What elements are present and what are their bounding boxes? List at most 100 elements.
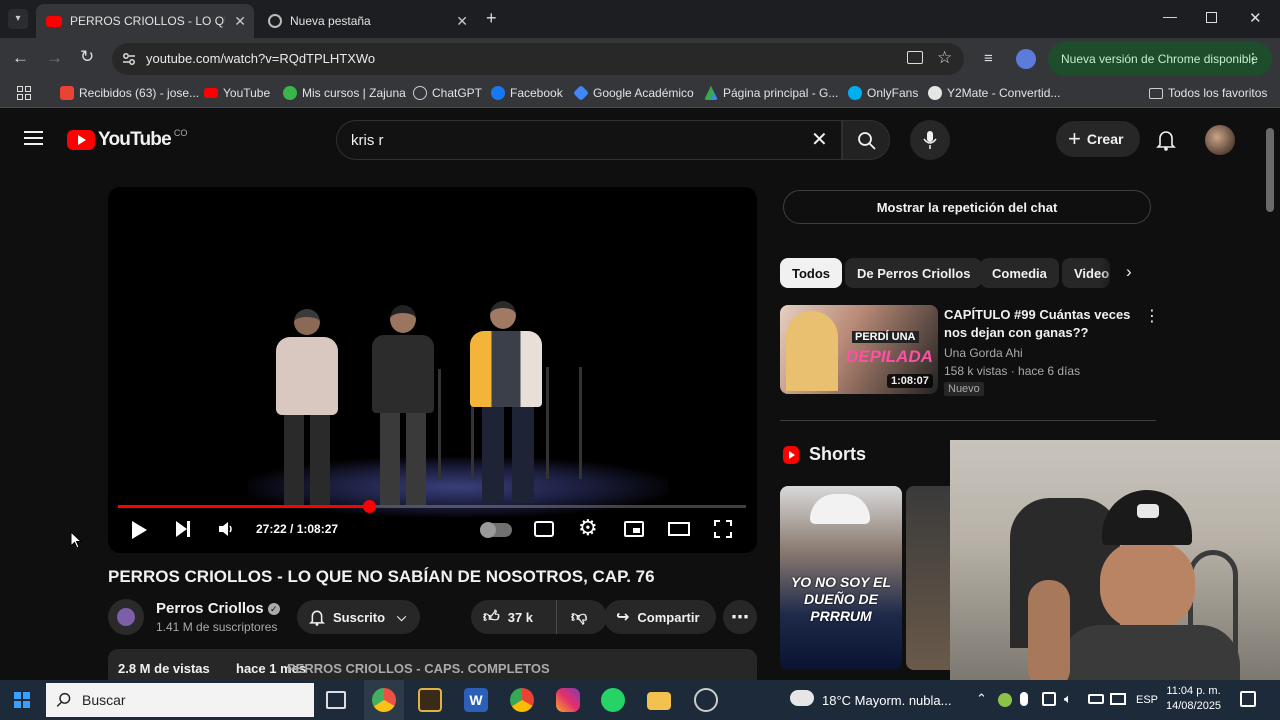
youtube-logo[interactable]: YouTube CO (67, 128, 187, 151)
search-button[interactable] (842, 120, 890, 160)
autoplay-toggle[interactable] (480, 522, 512, 538)
apps-grid-icon[interactable] (17, 86, 31, 100)
windows-start-icon[interactable] (14, 692, 30, 708)
playlist-link[interactable]: PERROS CRIOLLOS - CAPS. COMPLETOS (287, 661, 550, 676)
restore-window-icon[interactable] (1206, 12, 1217, 23)
subscriber-count: 1.41 M de suscriptores (156, 620, 278, 634)
file-explorer-icon[interactable] (647, 692, 671, 710)
chip-all[interactable]: Todos (780, 258, 843, 288)
chip-comedy[interactable]: Comedia (980, 258, 1059, 288)
video-player[interactable]: 27:22 / 1:08:27 ⚙ (108, 187, 757, 553)
short-card[interactable] (906, 486, 954, 670)
more-menu-icon[interactable]: ⋮ (1246, 50, 1260, 67)
reading-list-icon[interactable]: ≡ (984, 50, 993, 67)
tray-device-icon[interactable] (1042, 692, 1056, 706)
avatar[interactable] (1205, 125, 1235, 155)
channel-name[interactable]: Perros Criollos ✓ (156, 600, 280, 617)
channel-avatar[interactable] (108, 599, 144, 635)
video-title: PERROS CRIOLLOS - LO QUE NO SABÍAN DE NO… (108, 567, 655, 586)
close-window-icon[interactable]: ✕ (1249, 9, 1262, 27)
create-button[interactable]: + Crear (1056, 121, 1140, 157)
hamburger-menu-icon[interactable] (24, 131, 43, 145)
forward-arrow-icon[interactable]: → (46, 48, 63, 68)
subscribed-button[interactable]: Suscrito ⌵ (297, 600, 420, 634)
bookmark-google-scholar[interactable]: Google Académico (573, 85, 694, 101)
clear-search-icon[interactable]: ✕ (811, 127, 828, 152)
word-icon[interactable]: W (464, 688, 488, 712)
chrome-update-button[interactable]: Nueva versión de Chrome disponible ⋮ (1048, 42, 1272, 76)
new-tab-plus-icon[interactable]: + (486, 8, 497, 29)
search-box[interactable]: kris r ✕ (336, 120, 842, 160)
site-info-icon[interactable] (122, 52, 136, 66)
search-input[interactable]: kris r (351, 132, 384, 149)
taskbar-search-box[interactable]: Buscar (46, 683, 314, 717)
volume-icon[interactable] (218, 521, 234, 537)
network-icon[interactable] (1110, 693, 1126, 705)
reload-icon[interactable]: ↻ (80, 47, 94, 67)
play-button[interactable] (132, 518, 147, 539)
show-hidden-icons-icon[interactable]: ⌃ (976, 691, 987, 707)
y2mate-icon (928, 86, 942, 100)
bookmark-onlyfans[interactable]: OnlyFans (848, 86, 918, 100)
miniplayer-icon[interactable] (624, 521, 644, 537)
tab-search-chevron-icon[interactable]: ▾ (8, 9, 28, 29)
install-app-icon[interactable] (907, 51, 923, 64)
scrubber-handle[interactable] (363, 500, 376, 513)
settings-gear-icon[interactable]: ⚙ (578, 515, 598, 541)
microphone-tray-icon[interactable] (1020, 692, 1028, 706)
short-card[interactable]: YO NO SOY EL DUEÑO DE PRRRUM (780, 486, 902, 670)
obs-icon[interactable] (694, 688, 718, 712)
dislike-button[interactable]: 👎︎ (557, 608, 587, 627)
recommendation-title[interactable]: CAPÍTULO #99 Cuántas veces nos dejan con… (944, 306, 1134, 342)
bookmark-y2mate[interactable]: Y2Mate - Convertid... (928, 86, 1060, 100)
recommendation-channel[interactable]: Una Gorda Ahi (944, 346, 1023, 360)
chip-from-channel[interactable]: De Perros Criollos (845, 258, 983, 288)
show-chat-replay-button[interactable]: Mostrar la repetición del chat (783, 190, 1151, 224)
search-icon (56, 692, 71, 707)
tab-youtube-video[interactable]: PERROS CRIOLLOS - LO QUE N ✕ (36, 4, 254, 38)
bookmark-facebook[interactable]: Facebook (491, 86, 563, 100)
weather-text[interactable]: 18°C Mayorm. nubla... (822, 693, 951, 708)
page-scrollbar-thumb[interactable] (1266, 128, 1274, 212)
share-button[interactable]: ↪ Compartir (604, 600, 716, 634)
bookmark-zajuna[interactable]: Mis cursos | Zajuna (283, 86, 406, 100)
task-view-icon[interactable] (326, 691, 346, 709)
bookmark-star-icon[interactable]: ☆ (937, 48, 952, 68)
recommendation-menu-icon[interactable]: ⋮ (1144, 306, 1160, 326)
language-indicator[interactable]: ESP (1136, 694, 1158, 706)
bookmark-drive[interactable]: Página principal - G... (704, 86, 838, 100)
bookmark-gmail[interactable]: Recibidos (63) - jose... (60, 86, 199, 100)
whatsapp-icon[interactable] (601, 688, 625, 712)
taskbar-clock[interactable]: 11:04 p. m. 14/08/2025 (1166, 684, 1221, 714)
bookmark-youtube[interactable]: YouTube (204, 86, 270, 100)
battery-icon[interactable] (1088, 694, 1104, 704)
chrome-favicon-icon (268, 14, 282, 28)
notifications-icon[interactable] (1240, 691, 1256, 707)
extension-icon[interactable] (1016, 49, 1036, 69)
speaker-icon[interactable]: 🔈︎ (1064, 691, 1072, 707)
minimize-icon[interactable]: — (1163, 8, 1177, 24)
address-bar[interactable]: youtube.com/watch?v=RQdTPLHTXWo ☆ (112, 43, 964, 75)
fullscreen-icon[interactable] (714, 520, 732, 538)
taskbar-search-label: Buscar (82, 692, 126, 708)
tab-new-tab[interactable]: Nueva pestaña ✕ (258, 4, 476, 38)
all-bookmarks-button[interactable]: Todos los favoritos (1149, 86, 1267, 100)
close-tab-icon[interactable]: ✕ (234, 13, 246, 30)
theater-mode-icon[interactable] (668, 522, 690, 536)
tray-app-icon[interactable] (998, 693, 1012, 707)
close-tab-icon[interactable]: ✕ (456, 13, 468, 30)
more-actions-button[interactable]: ⋯ (723, 600, 757, 634)
chrome-icon[interactable] (510, 688, 534, 712)
back-arrow-icon[interactable]: ← (12, 48, 29, 68)
chips-next-arrow-icon[interactable]: › (1126, 262, 1132, 282)
like-button[interactable]: 👍︎ 37 k (471, 600, 557, 634)
media-app-icon[interactable] (418, 688, 442, 712)
shorts-logo-icon (783, 446, 799, 464)
drive-icon (704, 86, 718, 100)
voice-search-button[interactable] (910, 120, 950, 160)
instagram-icon[interactable] (556, 688, 580, 712)
next-button[interactable] (176, 521, 190, 539)
subtitles-icon[interactable] (534, 521, 554, 537)
notifications-bell-icon[interactable] (1156, 129, 1176, 151)
bookmark-chatgpt[interactable]: ChatGPT (413, 86, 482, 100)
